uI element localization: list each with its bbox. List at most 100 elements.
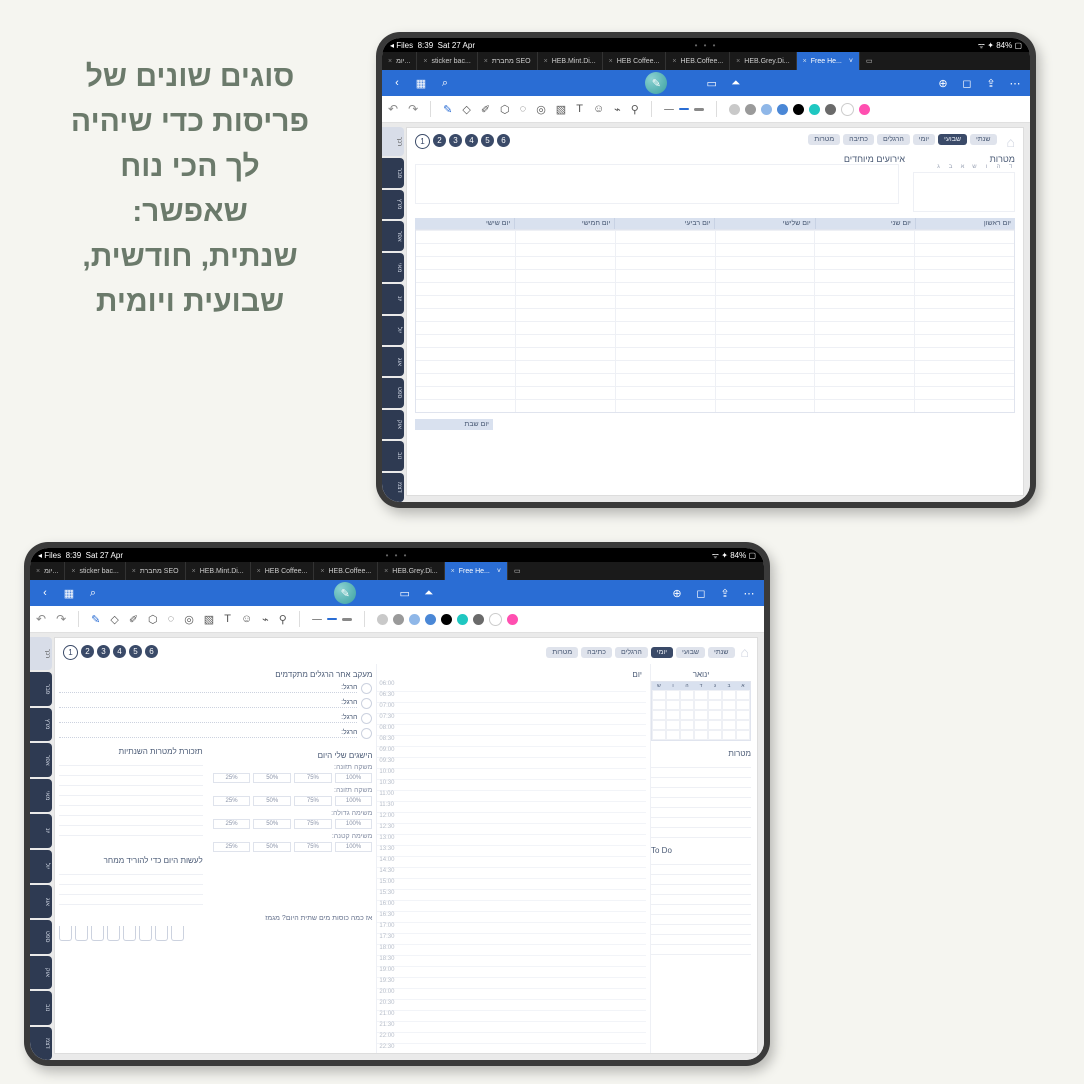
eraser-icon[interactable]: ◇ [462,103,470,116]
grid-icon[interactable]: ▦ [414,76,428,90]
share-icon[interactable]: ⇪ [718,586,732,600]
highlighter-icon[interactable]: ✐ [129,613,138,626]
link-icon[interactable]: ⚲ [279,613,287,626]
side-month-tabs[interactable]: רכך פבר מרץ אפר מאי יונ יול אוג ספט אוק … [382,123,404,502]
pill-habits[interactable]: הרגלים [615,647,648,658]
side-tab[interactable]: אפר [382,221,404,250]
side-tab[interactable]: מרץ [30,708,52,741]
redo-icon[interactable]: ↷ [408,102,418,116]
mini-calendar[interactable]: אבגדהוש [651,681,751,741]
stroke-thickness[interactable] [312,618,352,621]
tab[interactable]: ×HEB.Mint.Di... [186,562,251,580]
tomorrow-lines[interactable] [59,865,203,905]
search-icon[interactable]: ⌕ [438,76,452,90]
tab[interactable]: ×יומ... [30,562,65,580]
side-tab[interactable]: יול [382,316,404,345]
undo-icon[interactable]: ↶ [388,102,398,116]
side-tab[interactable]: דצמ [382,473,404,502]
tab[interactable]: ×יומ... [382,52,417,70]
week-number-dots[interactable]: 123456 [415,134,510,149]
daily-goals-lines[interactable] [651,758,751,838]
image-icon[interactable]: ▧ [556,103,566,116]
tab[interactable]: ×HEB Coffee... [251,562,315,580]
pill-goals[interactable]: מטרות [808,134,840,145]
side-tab[interactable]: אפר [30,743,52,776]
side-tab[interactable]: דצמ [30,1027,52,1060]
card-icon[interactable]: ▭ [398,586,412,600]
pill-daily[interactable]: יומי [913,134,935,145]
side-tab[interactable]: פבר [382,158,404,187]
side-tab[interactable]: יול [30,850,52,883]
lasso-icon[interactable]: ◌ [520,103,527,115]
shape-icon[interactable]: ⬡ [148,613,158,626]
habit-check[interactable] [361,683,372,694]
color-palette[interactable] [729,103,870,116]
pill-weekly[interactable]: שבועי [676,647,705,658]
tab[interactable]: ×HEB.Grey.Di... [730,52,796,70]
text-icon[interactable]: T [224,613,231,625]
mic-icon[interactable]: ⏶ [422,586,436,600]
card-icon[interactable]: ▭ [705,76,719,90]
habit-check[interactable] [361,713,372,724]
pen-tool-icon[interactable]: ✎ [91,613,100,626]
pill-writing[interactable]: כתיבה [581,647,612,658]
tab[interactable]: ×מחברת SEO [478,52,538,70]
target-icon[interactable]: ◎ [536,103,546,116]
view-nav[interactable]: שנתי שבועי יומי הרגלים כתיבה מטרות [808,134,996,145]
bookmark-icon[interactable]: ◻ [960,76,974,90]
eraser-icon[interactable]: ◇ [110,613,118,626]
side-month-tabs[interactable]: רכך פבר מרץ אפר מאי יונ יול אוג ספט אוק … [30,633,52,1060]
side-tab[interactable]: מאי [382,253,404,282]
mic-icon[interactable]: ⏶ [729,76,743,90]
pill-yearly[interactable]: שנתי [708,647,735,658]
image-icon[interactable]: ▧ [204,613,214,626]
pen-tool-icon[interactable]: ✎ [443,103,452,116]
new-tab[interactable]: ▭ [508,562,527,580]
more-icon[interactable]: ⋯ [1008,76,1022,90]
ruler-icon[interactable]: ⌁ [262,613,269,626]
side-tab[interactable]: אוק [382,410,404,439]
redo-icon[interactable]: ↷ [56,612,66,626]
tab[interactable]: ×HEB.Grey.Di... [378,562,444,580]
undo-icon[interactable]: ↶ [36,612,46,626]
side-tab[interactable]: יונ [382,284,404,313]
tab[interactable]: ×HEB Coffee... [603,52,667,70]
document-tabs[interactable]: ×יומ... ×sticker bac... ×מחברת SEO ×HEB.… [30,562,764,580]
bookmark-icon[interactable]: ◻ [694,586,708,600]
pill-writing[interactable]: כתיבה [843,134,874,145]
tab-active[interactable]: ×Free He...˅ [797,52,860,70]
side-tab[interactable]: אוק [30,956,52,989]
share-icon[interactable]: ⇪ [984,76,998,90]
pill-daily[interactable]: יומי [651,647,673,658]
pen-mode-icon[interactable]: ✎ [645,72,667,94]
side-tab[interactable]: נוב [30,991,52,1024]
sticker-icon[interactable]: ☺ [241,613,252,625]
habit-check[interactable] [361,698,372,709]
document-tabs[interactable]: ×יומ... ×sticker bac... ×מחברת SEO ×HEB.… [382,52,1030,70]
tab-active[interactable]: ×Free He...˅ [445,562,508,580]
text-icon[interactable]: T [576,103,583,115]
grid-icon[interactable]: ▦ [62,586,76,600]
ruler-icon[interactable]: ⌁ [614,103,621,116]
side-tab[interactable]: ספט [382,378,404,407]
habit-check[interactable] [361,728,372,739]
tab[interactable]: ×HEB.Coffee... [314,562,378,580]
target-icon[interactable]: ◎ [184,613,194,626]
side-tab[interactable]: אוג [382,347,404,376]
side-tab[interactable]: מרץ [382,190,404,219]
pct-row[interactable]: 100%75%50%25% [213,773,373,783]
water-cups[interactable] [59,926,372,941]
tab[interactable]: ×sticker bac... [417,52,477,70]
time-schedule[interactable]: 06:0006:3007:0007:3008:0008:3009:0009:30… [377,681,646,1054]
lasso-icon[interactable]: ◌ [168,613,175,625]
view-nav[interactable]: שנתי שבועי יומי הרגלים כתיבה מטרות [546,647,734,658]
side-tab[interactable]: מאי [30,779,52,812]
side-tab[interactable]: רכך [30,637,52,670]
tab[interactable]: ×מחברת SEO [126,562,186,580]
pill-weekly[interactable]: שבועי [938,134,967,145]
side-tab[interactable]: פבר [30,672,52,705]
tab[interactable]: ×HEB.Coffee... [666,52,730,70]
home-icon[interactable]: ⌂ [1007,134,1015,150]
tab[interactable]: ×sticker bac... [65,562,125,580]
more-icon[interactable]: ⋯ [742,586,756,600]
